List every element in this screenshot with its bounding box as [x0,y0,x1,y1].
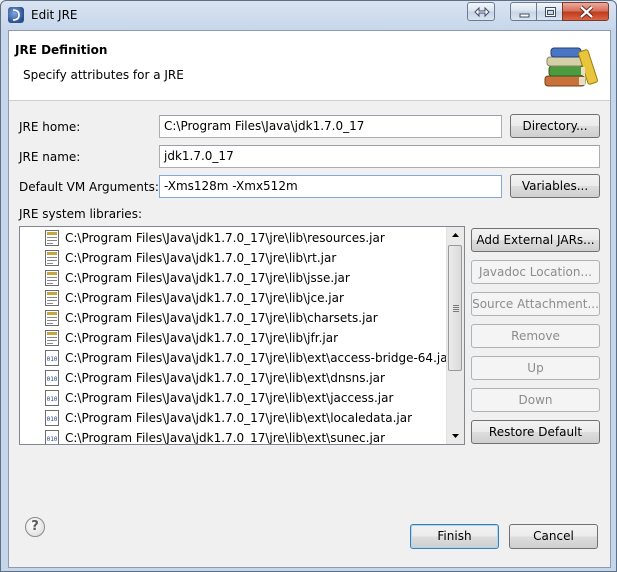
source-attachment-button[interactable]: Source Attachment... [471,292,600,316]
library-list-item[interactable]: C:\Program Files\Java\jdk1.7.0_17\jre\li… [20,228,445,248]
down-button[interactable]: Down [471,388,600,412]
title-bar[interactable]: Edit JRE [1,1,616,29]
jar-file-icon [45,290,59,306]
library-path: C:\Program Files\Java\jdk1.7.0_17\jre\li… [65,271,350,285]
maximize-icon [545,7,556,17]
library-list-item[interactable]: C:\Program Files\Java\jdk1.7.0_17\jre\li… [20,308,445,328]
chevron-down-icon [452,434,459,438]
vm-arguments-field[interactable]: -Xms128m -Xmx512m [159,175,502,198]
jre-books-icon [544,47,598,87]
jre-system-libraries-label: JRE system libraries: [19,207,142,221]
svg-text:010: 010 [47,376,58,383]
jre-home-label: JRE home: [19,120,81,134]
maximize-button[interactable] [536,2,563,21]
jar-file-icon [45,330,59,346]
window-title: Edit JRE [31,8,78,22]
binary-jar-icon: 010 [45,390,59,406]
library-path: C:\Program Files\Java\jdk1.7.0_17\jre\li… [65,331,339,345]
library-path: C:\Program Files\Java\jdk1.7.0_17\jre\li… [65,291,344,305]
chevron-up-icon [452,233,459,237]
library-list-item[interactable]: C:\Program Files\Java\jdk1.7.0_17\jre\li… [20,288,445,308]
binary-jar-icon: 010 [45,410,59,426]
library-list-item[interactable]: 010 C:\Program Files\Java\jdk1.7.0_17\jre… [20,388,445,408]
svg-text:010: 010 [47,396,58,403]
close-button[interactable] [562,2,609,21]
library-path: C:\Program Files\Java\jdk1.7.0_17\jre\li… [65,351,453,365]
library-list-item[interactable]: 010 C:\Program Files\Java\jdk1.7.0_17\jre… [20,408,445,428]
scroll-up-button[interactable] [447,227,464,244]
library-list-item[interactable]: C:\Program Files\Java\jdk1.7.0_17\jre\li… [20,248,445,268]
library-list-item[interactable]: 010 C:\Program Files\Java\jdk1.7.0_17\jre… [20,428,445,445]
close-icon [579,5,594,19]
resize-arrows-button[interactable] [467,2,495,21]
jre-name-label: JRE name: [19,150,81,164]
remove-button[interactable]: Remove [471,324,600,348]
eclipse-app-icon [8,7,24,23]
library-path: C:\Program Files\Java\jdk1.7.0_17\jre\li… [65,371,385,385]
binary-jar-icon: 010 [45,350,59,366]
banner-description: Specify attributes for a JRE [23,68,184,82]
binary-jar-icon: 010 [45,430,59,444]
cancel-button[interactable]: Cancel [509,524,598,549]
minimize-button[interactable] [510,2,537,21]
jar-file-icon [45,310,59,326]
javadoc-location-button[interactable]: Javadoc Location... [471,260,600,284]
jar-file-icon [45,270,59,286]
scroll-down-button[interactable] [447,427,464,444]
library-list-item[interactable]: C:\Program Files\Java\jdk1.7.0_17\jre\li… [20,268,445,288]
edit-jre-dialog: Edit JRE JRE Definition Specify attribut… [0,0,617,572]
library-path: C:\Program Files\Java\jdk1.7.0_17\jre\li… [65,411,413,425]
jre-name-field[interactable]: jdk1.7.0_17 [159,145,600,168]
library-path: C:\Program Files\Java\jdk1.7.0_17\jre\li… [65,311,378,325]
library-list-item[interactable]: 010 C:\Program Files\Java\jdk1.7.0_17\jre… [20,368,445,388]
jar-file-icon [45,250,59,266]
scroll-thumb[interactable] [448,245,462,371]
jar-file-icon [45,230,59,246]
library-path: C:\Program Files\Java\jdk1.7.0_17\jre\li… [65,431,386,445]
svg-text:010: 010 [47,416,58,423]
vm-arguments-label: Default VM Arguments: [19,180,159,194]
library-path: C:\Program Files\Java\jdk1.7.0_17\jre\li… [65,231,385,245]
library-path: C:\Program Files\Java\jdk1.7.0_17\jre\li… [65,391,394,405]
resize-arrows-icon [474,6,490,18]
libraries-list[interactable]: C:\Program Files\Java\jdk1.7.0_17\jre\li… [19,226,465,445]
finish-button[interactable]: Finish [410,524,499,549]
restore-default-button[interactable]: Restore Default [471,420,600,444]
library-list-item[interactable]: C:\Program Files\Java\jdk1.7.0_17\jre\li… [20,328,445,348]
library-list-item[interactable]: 010 C:\Program Files\Java\jdk1.7.0_17\jre… [20,348,453,368]
svg-text:010: 010 [47,356,58,363]
banner-title: JRE Definition [15,43,108,57]
up-button[interactable]: Up [471,356,600,380]
jre-home-field[interactable]: C:\Program Files\Java\jdk1.7.0_17 [159,115,502,138]
binary-jar-icon: 010 [45,370,59,386]
libraries-vertical-scrollbar[interactable] [446,227,464,444]
help-button[interactable]: ? [25,517,45,537]
directory-button[interactable]: Directory... [510,114,600,138]
library-path: C:\Program Files\Java\jdk1.7.0_17\jre\li… [65,251,337,265]
variables-button[interactable]: Variables... [510,174,600,198]
add-external-jars-button[interactable]: Add External JARs... [471,228,600,252]
svg-text:010: 010 [47,436,58,443]
header-banner: JRE Definition Specify attributes for a … [9,31,610,101]
minimize-icon [519,13,530,18]
dialog-content: JRE Definition Specify attributes for a … [8,30,611,568]
